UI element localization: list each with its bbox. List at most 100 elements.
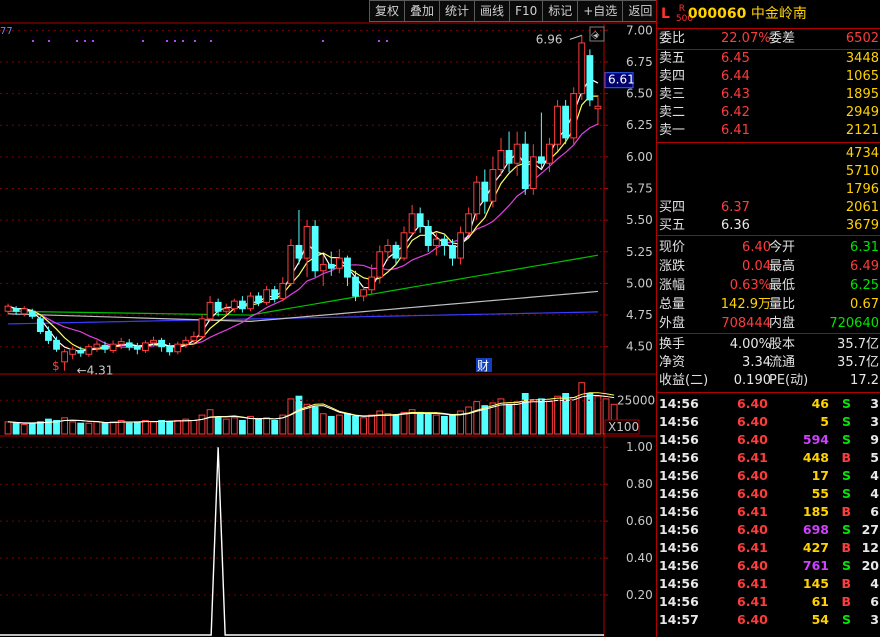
sell-level-5[interactable]: 卖五 6.45 3448 [657, 50, 880, 68]
price-tick-label: 7.00 [626, 23, 653, 37]
weibi-label: 委比 [659, 31, 686, 46]
tick-count: 12 [861, 540, 879, 555]
volume-bar [174, 420, 182, 435]
fund-label: PE(动) [769, 373, 809, 388]
event-marker-dividend: $ [52, 359, 60, 373]
tick-side: S [841, 558, 851, 573]
tick-count: 4 [870, 468, 879, 483]
candle-body [69, 348, 77, 355]
candle-body [271, 289, 279, 300]
tick-price: 6.40 [737, 432, 768, 447]
volume-bar [255, 418, 262, 435]
candle-body [457, 232, 464, 259]
candle-body [125, 342, 133, 348]
tick-price: 6.40 [737, 558, 768, 573]
candle-body [449, 244, 456, 259]
tick-price: 6.40 [737, 486, 768, 501]
candle-body [166, 346, 174, 353]
tick-time: 14:56 [659, 576, 699, 591]
sell-label: 卖三 [659, 87, 686, 102]
volume-bar [562, 393, 570, 435]
volume-bar [230, 417, 238, 435]
tick-count: 20 [861, 558, 879, 573]
candle-body [295, 244, 303, 259]
buy-level-1[interactable]: 4734 [657, 145, 880, 163]
tick-list[interactable]: 14:56 6.40 46 S 3 14:56 6.40 5 S 3 14:56 6.40 594 S 9 1… [657, 393, 880, 629]
max-annotation-arrow [569, 34, 582, 40]
candle-body [352, 276, 359, 297]
tick-row: 14:56 6.40 17 S 4 [657, 467, 880, 485]
volume-bar [473, 401, 481, 435]
ma-line-white [7, 78, 599, 352]
volume-bar [142, 420, 149, 435]
price-tick-label: 5.75 [626, 182, 653, 196]
volume-bar [158, 420, 165, 435]
stat-row: 总量 142.9万 量比 0.67 [657, 295, 880, 314]
signal-dot [378, 40, 380, 42]
buy-volume: 5710 [845, 164, 879, 179]
buy-level-2[interactable]: 5710 [657, 163, 880, 181]
candle-body [150, 339, 157, 344]
tick-time: 14:56 [659, 504, 699, 519]
tick-count: 6 [870, 594, 879, 609]
volume-bar [77, 422, 85, 435]
candle-body [238, 300, 246, 310]
candle-body [101, 344, 109, 350]
signal-dot [322, 40, 324, 42]
tick-price: 6.41 [737, 576, 768, 591]
candle-body [432, 238, 440, 246]
volume-bar [190, 420, 198, 435]
signal-dot [92, 40, 94, 42]
kline-chart[interactable]: 7.00 6.75 6.50 6.25 6.00 5.75 5.50 5.25 5.00 4.75… [0, 0, 656, 637]
volume-bar [344, 413, 351, 435]
tick-volume: 17 [811, 468, 829, 483]
tick-row: 14:56 6.40 761 S 20 [657, 557, 880, 575]
candle-body [360, 289, 368, 297]
tick-side: S [841, 432, 851, 447]
volume-bar [101, 422, 109, 435]
tick-row: 14:56 6.41 61 B 6 [657, 593, 880, 611]
buy-volume: 1796 [845, 182, 879, 197]
candle-body [554, 105, 561, 145]
volume-bar [578, 382, 586, 435]
sell-level-1[interactable]: 卖一 6.41 2121 [657, 122, 880, 140]
buy-level-4[interactable]: 买四 6.37 2061 [657, 199, 880, 217]
candle-body [578, 42, 586, 95]
buy-level-3[interactable]: 1796 [657, 181, 880, 199]
tick-time: 14:56 [659, 414, 699, 429]
candle-body [441, 238, 448, 246]
sell-book: 卖五 6.45 3448 卖四 6.44 1065 卖三 6.43 1895 卖二 6.42 2949… [657, 50, 880, 143]
sell-level-2[interactable]: 卖二 6.42 2949 [657, 104, 880, 122]
sell-level-3[interactable]: 卖三 6.43 1895 [657, 86, 880, 104]
tick-row: 14:56 6.41 185 B 6 [657, 503, 880, 521]
sell-volume: 1895 [845, 87, 879, 102]
fund-value: 35.7亿 [837, 355, 879, 370]
indicator-line [0, 447, 604, 636]
tick-count: 9 [870, 432, 879, 447]
tick-volume: 55 [811, 486, 829, 501]
volume-bar [222, 418, 230, 435]
buy-level-5[interactable]: 买五 6.36 3679 [657, 217, 880, 235]
stat-value: 708444 [721, 316, 771, 331]
candle-body [287, 244, 295, 284]
candle-body [61, 351, 69, 363]
tick-volume: 54 [811, 612, 829, 627]
fund-value: 17.2 [850, 373, 879, 388]
sell-price: 6.44 [721, 69, 750, 84]
volume-bar [505, 403, 513, 435]
tick-row: 14:56 6.41 427 B 12 [657, 539, 880, 557]
sell-level-4[interactable]: 卖四 6.44 1065 [657, 68, 880, 86]
tick-count: 6 [870, 504, 879, 519]
tick-side: S [841, 396, 851, 411]
indicator-tick-label: 0.20 [626, 588, 653, 602]
candle-body [198, 318, 206, 338]
stat-value: 6.31 [850, 240, 879, 255]
stat-value: 6.49 [850, 259, 879, 274]
price-tick-label: 6.75 [626, 55, 653, 69]
sell-volume: 3448 [845, 51, 879, 66]
stat-label: 外盘 [659, 316, 686, 331]
candle-body [473, 181, 481, 215]
index-tag: R 500 [675, 4, 694, 24]
volume-bar [263, 417, 271, 435]
indicator-tick-label: 0.60 [626, 514, 653, 528]
